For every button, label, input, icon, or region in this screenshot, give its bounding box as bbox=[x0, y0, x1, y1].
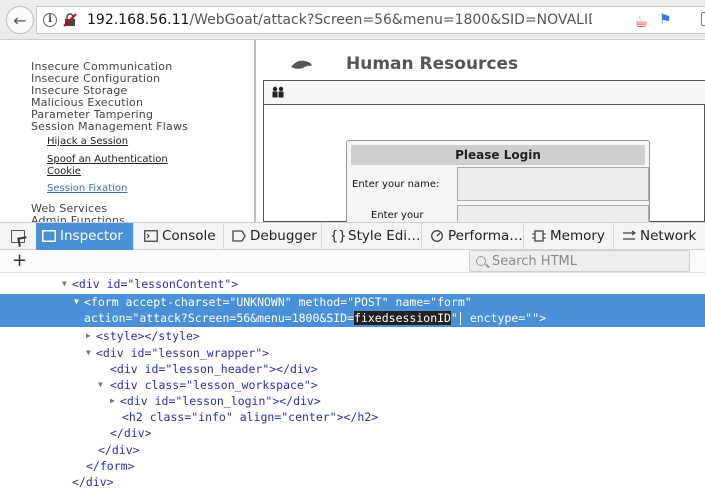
nav-category[interactable]: Admin Functions bbox=[31, 214, 125, 222]
network-icon bbox=[623, 230, 636, 240]
lesson-title: Human Resources bbox=[346, 54, 519, 74]
node-text: </div> bbox=[110, 426, 152, 440]
node-text: <div id="lesson_wrapper"> bbox=[96, 346, 270, 360]
tab-style-editor[interactable]: {} Style Edi… bbox=[324, 223, 422, 250]
performance-icon bbox=[431, 230, 443, 242]
tab-network[interactable]: Network bbox=[616, 223, 705, 250]
tab-label: Network bbox=[640, 228, 697, 244]
url-path: /WebGoat/attack?Screen=56&menu=1800&SID=… bbox=[189, 12, 592, 28]
java-plugin-icon[interactable]: ☕ bbox=[634, 12, 648, 31]
edited-attr-value[interactable]: fixedsessionID bbox=[354, 311, 451, 325]
markup-line[interactable]: ▼ <div class="lesson_workspace"> bbox=[0, 377, 705, 394]
nav-link-spoof-auth-cookie[interactable]: Cookie bbox=[47, 166, 81, 178]
nav-link-spoof-auth[interactable]: Spoof an Authentication bbox=[47, 154, 168, 166]
password-input[interactable] bbox=[457, 205, 649, 222]
memory-icon bbox=[532, 230, 546, 242]
insecure-lock-icon[interactable] bbox=[63, 13, 77, 27]
style-editor-icon: {} bbox=[330, 229, 347, 244]
info-icon[interactable]: i bbox=[43, 13, 57, 27]
markup-line-selected[interactable]: ▼ <form accept-charset="UNKNOWN" method=… bbox=[0, 294, 705, 311]
url-text[interactable]: 192.168.56.11/WebGoat/attack?Screen=56&m… bbox=[87, 12, 592, 28]
node-text: <div id="lesson_login"></div> bbox=[120, 394, 321, 408]
tab-label: Inspector bbox=[60, 228, 123, 244]
page-viewport: Insecure Communication Insecure Configur… bbox=[0, 40, 705, 222]
nav-link-hijack-session[interactable]: Hijack a Session bbox=[47, 136, 128, 148]
inspector-toolbar: + bbox=[0, 250, 705, 273]
password-label: Enter your bbox=[371, 210, 424, 221]
tab-label: Debugger bbox=[250, 228, 317, 244]
twisty-expanded-icon[interactable]: ▼ bbox=[86, 345, 91, 362]
browser-toolbar: ← i 192.168.56.11/WebGoat/attack?Screen=… bbox=[0, 0, 705, 40]
lesson-header bbox=[264, 81, 705, 105]
node-text: <style></style> bbox=[96, 329, 200, 343]
login-panel: Please Login Enter your name: Enter your bbox=[346, 140, 650, 222]
node-text: </form> bbox=[86, 459, 135, 473]
markup-line[interactable]: <h2 class="info" align="center"></h2> bbox=[0, 409, 705, 426]
twisty-collapsed-icon[interactable]: ▶ bbox=[110, 393, 115, 410]
devtools-toolbar: Inspector Console Debugger {} Style Edi…… bbox=[0, 222, 705, 250]
node-text: <div id="lesson_header"></div> bbox=[110, 362, 318, 376]
tab-label: Console bbox=[162, 228, 216, 244]
add-node-icon[interactable]: + bbox=[12, 250, 27, 272]
markup-line[interactable]: </div> bbox=[0, 425, 705, 442]
markup-line[interactable]: <div id="lesson_header"></div> bbox=[0, 361, 705, 378]
sidebar-icon[interactable] bbox=[701, 12, 705, 26]
webgoat-logo-icon bbox=[291, 60, 312, 69]
tab-debugger[interactable]: Debugger bbox=[226, 223, 322, 250]
node-text: <h2 class="info" align="center"></h2> bbox=[122, 410, 379, 424]
search-html-box[interactable] bbox=[469, 250, 690, 272]
node-text: <div class="lesson_workspace"> bbox=[110, 378, 318, 392]
node-text: <div id="lessonContent"> bbox=[72, 277, 239, 291]
nav-link-session-fixation[interactable]: Session Fixation bbox=[47, 183, 127, 195]
markup-line[interactable]: </form> bbox=[0, 458, 705, 475]
tab-label: Performa… bbox=[448, 228, 523, 244]
markup-line[interactable]: ▶ <div id="lesson_login"></div> bbox=[0, 393, 705, 410]
attr-text: action="attack?Screen=56&menu=1800&SID= bbox=[84, 311, 355, 325]
twisty-expanded-icon[interactable]: ▼ bbox=[98, 377, 103, 394]
search-html-input[interactable] bbox=[492, 251, 682, 271]
name-label: Enter your name: bbox=[352, 179, 440, 190]
nav-category[interactable]: Session Management Flaws bbox=[31, 120, 188, 133]
node-text: </div> bbox=[72, 475, 114, 489]
tab-console[interactable]: Console bbox=[138, 223, 224, 250]
back-arrow-icon: ← bbox=[13, 10, 27, 30]
attr-text: enctype=""> bbox=[462, 311, 546, 325]
twisty-collapsed-icon[interactable]: ▶ bbox=[86, 328, 91, 345]
tab-label: Style Edi… bbox=[348, 228, 421, 244]
tab-inspector[interactable]: Inspector bbox=[36, 223, 134, 250]
tab-label: Memory bbox=[550, 228, 605, 244]
node-text: </div> bbox=[98, 443, 140, 457]
markup-view: ▼ <div id="lessonContent"> ▼ <form accep… bbox=[0, 273, 705, 492]
markup-line-selected[interactable]: action="attack?Screen=56&menu=1800&SID=f… bbox=[0, 310, 705, 327]
markup-line[interactable]: </div> bbox=[0, 474, 705, 491]
node-text: <form accept-charset="UNKNOWN" method="P… bbox=[84, 295, 472, 309]
users-icon bbox=[272, 86, 284, 98]
element-picker-icon[interactable] bbox=[11, 230, 25, 243]
text-caret bbox=[459, 312, 461, 325]
markup-line[interactable]: </div> bbox=[0, 442, 705, 459]
back-button[interactable]: ← bbox=[6, 6, 34, 34]
twisty-expanded-icon[interactable]: ▼ bbox=[62, 276, 67, 293]
plugin-icon[interactable]: ⚑ bbox=[659, 12, 672, 28]
tab-memory[interactable]: Memory bbox=[526, 223, 614, 250]
twisty-expanded-icon[interactable]: ▼ bbox=[74, 294, 79, 311]
inspector-icon bbox=[42, 230, 56, 242]
login-title: Please Login bbox=[351, 145, 645, 165]
name-input[interactable] bbox=[457, 167, 649, 201]
url-bar[interactable]: i 192.168.56.11/WebGoat/attack?Screen=56… bbox=[36, 6, 705, 34]
lesson-menu: Insecure Communication Insecure Configur… bbox=[0, 40, 254, 222]
frame-divider bbox=[254, 40, 256, 222]
tab-performance[interactable]: Performa… bbox=[424, 223, 524, 250]
markup-line[interactable]: ▼ <div id="lesson_wrapper"> bbox=[0, 345, 705, 362]
markup-line[interactable]: ▶ <style></style> bbox=[0, 328, 705, 345]
search-icon bbox=[476, 256, 486, 266]
debugger-icon bbox=[232, 230, 246, 242]
url-host: 192.168.56.11 bbox=[87, 12, 190, 28]
markup-line[interactable]: ▼ <div id="lessonContent"> bbox=[0, 276, 705, 293]
console-icon bbox=[144, 230, 158, 242]
attr-quote: " bbox=[450, 311, 458, 325]
